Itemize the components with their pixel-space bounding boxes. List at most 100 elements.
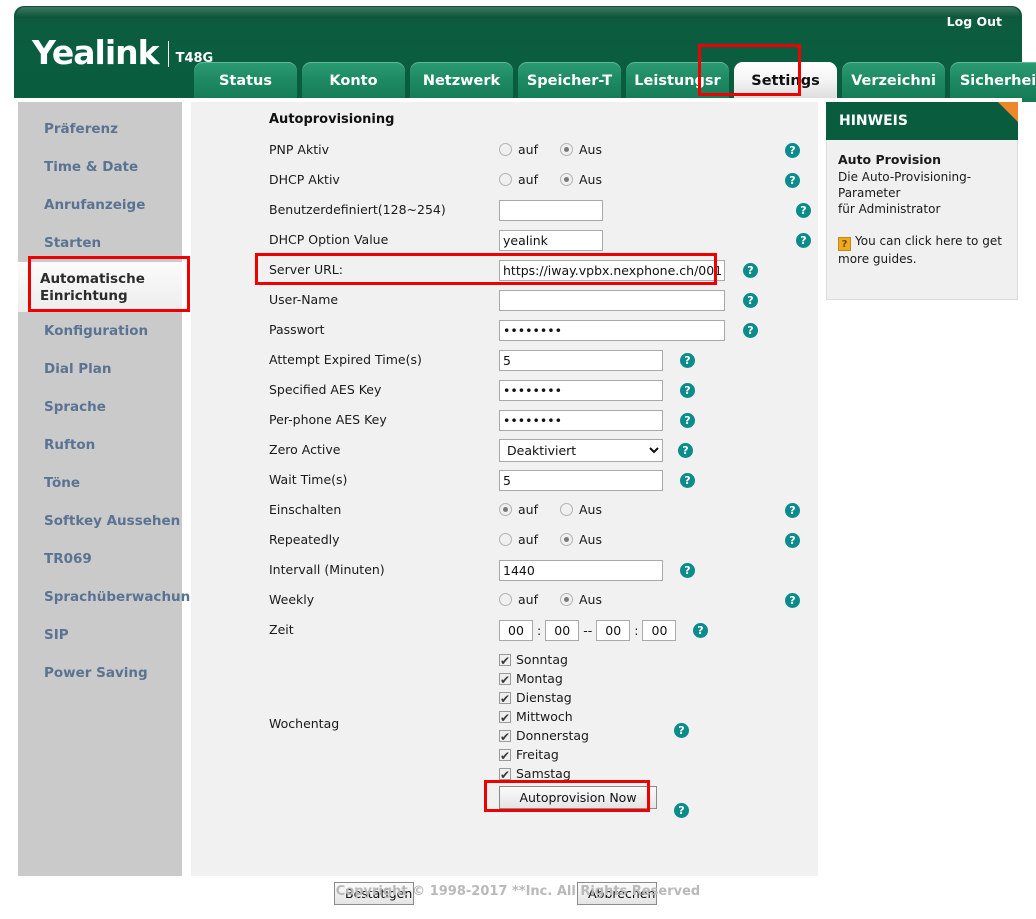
checkbox-row-sonntag: Sonntag: [499, 650, 657, 671]
help-icon-user-name[interactable]: ?: [743, 293, 758, 308]
checkbox-samstag[interactable]: [499, 766, 511, 785]
sidebar-item-automatische-einrichtung[interactable]: Automatische Einrichtung: [18, 262, 182, 312]
input-attempt-expired[interactable]: [499, 350, 663, 371]
sidebar-item-konfiguration[interactable]: Konfiguration: [18, 312, 182, 350]
radio-pnp-off[interactable]: [559, 143, 573, 156]
help-icon-time[interactable]: ?: [693, 623, 708, 638]
note-tip-text: You can click here to get more guides.: [838, 234, 1002, 267]
sidebar-item-tr069[interactable]: TR069: [18, 540, 182, 578]
sidebar-item-starten[interactable]: Starten: [18, 224, 182, 262]
radio-label-power-on-on: auf: [518, 502, 538, 517]
radio-group-weekly: auf Aus: [499, 589, 602, 607]
checkbox-freitag[interactable]: [499, 747, 511, 766]
checkbox-row-mittwoch: Mittwoch: [499, 707, 657, 728]
autoprovision-now-button[interactable]: Autoprovision Now: [499, 786, 657, 809]
help-icon-pnp-active[interactable]: ?: [785, 143, 800, 158]
help-icon-dhcp-active[interactable]: ?: [785, 173, 800, 188]
note-tip[interactable]: ? You can click here to get more guides.: [838, 233, 1006, 267]
row-interval: Intervall (Minuten) ?: [191, 556, 819, 586]
sidebar-item-sprachuberwachung[interactable]: Sprachüberwachung: [18, 578, 200, 616]
checkbox-label-dienstag: Dienstag: [516, 690, 572, 705]
radio-repeatedly-on[interactable]: [499, 533, 512, 546]
help-icon-zero-active[interactable]: ?: [678, 443, 693, 458]
radio-label-repeatedly-off: Aus: [578, 532, 602, 547]
input-per-phone-aes[interactable]: [499, 410, 663, 431]
checkbox-dienstag[interactable]: [499, 690, 511, 709]
radio-group-pnp-active: auf Aus: [499, 139, 602, 157]
logout-link[interactable]: Log Out: [947, 14, 1002, 29]
radio-group-repeatedly: auf Aus: [499, 529, 602, 547]
section-title: Autoprovisioning: [269, 112, 395, 127]
input-custom-option[interactable]: [499, 200, 603, 221]
radio-group-power-on: auf Aus: [499, 499, 602, 517]
tab-netzwerk[interactable]: Netzwerk: [410, 62, 513, 102]
input-interval[interactable]: [499, 560, 663, 581]
sidebar-item-praferenz[interactable]: Präferenz: [18, 110, 182, 148]
help-icon-interval[interactable]: ?: [680, 563, 695, 578]
label-time: Zeit: [269, 622, 294, 637]
radio-dhcp-off[interactable]: [559, 173, 573, 186]
sidebar-item-power-saving[interactable]: Power Saving: [18, 654, 182, 692]
radio-weekly-off[interactable]: [559, 593, 573, 606]
radio-label-pnp-off: Aus: [578, 142, 602, 157]
checkbox-montag[interactable]: [499, 671, 511, 690]
help-icon-dhcp-option-value[interactable]: ?: [796, 233, 811, 248]
sidebar-item-sip[interactable]: SIP: [18, 616, 182, 654]
help-icon-per-phone-aes[interactable]: ?: [680, 413, 695, 428]
sidebar-item-time-date[interactable]: Time & Date: [18, 148, 182, 186]
radio-dhcp-on[interactable]: [499, 173, 512, 186]
label-zero-active: Zero Active: [269, 442, 341, 457]
help-icon-wait-time[interactable]: ?: [680, 473, 695, 488]
time-range-separator: --: [583, 623, 593, 638]
radio-power-on-off[interactable]: [559, 503, 573, 516]
tab-leistungsmerkmale[interactable]: Leistungsr: [626, 62, 729, 102]
radio-label-dhcp-off: Aus: [578, 172, 602, 187]
tab-speicher[interactable]: Speicher-T: [518, 62, 621, 102]
input-specified-aes[interactable]: [499, 380, 663, 401]
help-icon-power-on[interactable]: ?: [785, 503, 800, 518]
checkbox-sonntag[interactable]: [499, 652, 511, 671]
label-per-phone-aes: Per-phone AES Key: [269, 412, 387, 427]
help-icon-specified-aes[interactable]: ?: [680, 383, 695, 398]
help-icon-attempt-expired[interactable]: ?: [680, 353, 695, 368]
radio-weekly-on[interactable]: [499, 593, 512, 606]
help-icon-password[interactable]: ?: [743, 323, 758, 338]
radio-pnp-on[interactable]: [499, 143, 512, 156]
tab-konto[interactable]: Konto: [302, 62, 405, 102]
tab-sicherheit[interactable]: Sicherheit: [950, 62, 1036, 102]
help-icon-server-url[interactable]: ?: [743, 263, 758, 278]
input-time-to-hour[interactable]: [596, 620, 631, 641]
sidebar-item-rufton[interactable]: Rufton: [18, 426, 182, 464]
help-icon-weekly[interactable]: ?: [785, 593, 800, 608]
row-password: Passwort ?: [191, 316, 819, 346]
tab-settings[interactable]: Settings: [734, 62, 837, 102]
select-zero-active[interactable]: Deaktiviert: [499, 439, 663, 462]
input-server-url[interactable]: [499, 260, 725, 281]
input-time-to-minute[interactable]: [642, 620, 677, 641]
help-icon-custom-option[interactable]: ?: [796, 203, 811, 218]
note-heading: Auto Provision: [838, 152, 942, 167]
input-time-from-minute[interactable]: [545, 620, 580, 641]
input-dhcp-option-value[interactable]: [499, 230, 603, 251]
sidebar-item-sprache[interactable]: Sprache: [18, 388, 182, 426]
tab-status[interactable]: Status: [194, 62, 297, 102]
help-icon-repeatedly[interactable]: ?: [785, 533, 800, 548]
label-password: Passwort: [269, 322, 325, 337]
radio-power-on-on[interactable]: [499, 503, 512, 516]
label-custom-option: Benutzerdefiniert(128~254): [269, 202, 446, 217]
note-panel-header: HINWEIS: [826, 102, 1018, 140]
input-wait-time[interactable]: [499, 470, 663, 491]
help-icon-autoprovision-now[interactable]: ?: [674, 803, 689, 818]
sidebar-item-tone[interactable]: Töne: [18, 464, 182, 502]
tab-verzeichnis[interactable]: Verzeichni: [842, 62, 945, 102]
input-time-from-hour[interactable]: [499, 620, 533, 641]
input-user-name[interactable]: [499, 290, 725, 311]
help-icon-weekday[interactable]: ?: [674, 723, 689, 738]
sidebar-item-softkey-aussehen[interactable]: Softkey Aussehen: [18, 502, 182, 540]
checkbox-donnerstag[interactable]: [499, 728, 511, 747]
checkbox-mittwoch[interactable]: [499, 709, 511, 728]
sidebar-item-anrufanzeige[interactable]: Anrufanzeige: [18, 186, 182, 224]
sidebar-item-dial-plan[interactable]: Dial Plan: [18, 350, 182, 388]
radio-repeatedly-off[interactable]: [559, 533, 573, 546]
input-password[interactable]: [499, 320, 725, 341]
